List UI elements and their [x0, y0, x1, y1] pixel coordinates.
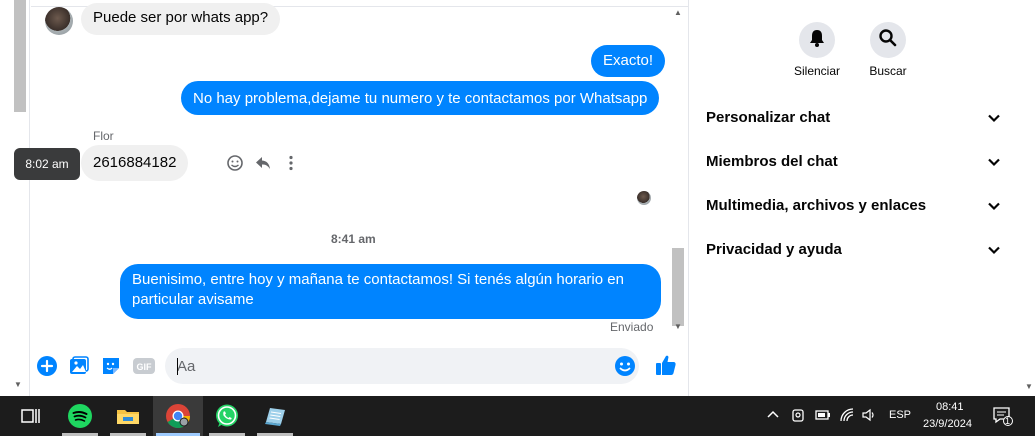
chevron-down-icon	[987, 199, 1001, 213]
more-options-icon[interactable]	[282, 154, 300, 172]
message-outgoing[interactable]: No hay problema,dejame tu numero y te co…	[181, 81, 660, 115]
scroll-down-arrow-icon[interactable]: ▼	[674, 322, 682, 331]
menu-miembros-del-chat[interactable]: Miembros del chat	[706, 153, 1006, 175]
side-scrollbar[interactable]: ▼	[1021, 0, 1035, 396]
clock-time[interactable]: 08:41	[936, 401, 964, 413]
menu-personalizar-chat[interactable]: Personalizar chat	[706, 109, 1006, 131]
message-line: Buenisimo, entre hoy y mañana te contact…	[132, 271, 624, 288]
taskbar: ESP 08:41 23/9/2024 1	[0, 396, 1035, 436]
page-scrollbar-thumb[interactable]	[14, 0, 26, 112]
sender-name: Flor	[93, 129, 114, 143]
sticker-icon[interactable]	[100, 355, 122, 377]
read-receipt-avatar	[637, 191, 651, 205]
bell-icon	[807, 28, 827, 53]
whatsapp-icon[interactable]	[213, 402, 241, 430]
scroll-down-arrow-icon[interactable]: ▼	[1025, 382, 1033, 391]
message-incoming[interactable]: Puede ser por whats app?	[81, 3, 281, 35]
volume-icon[interactable]	[860, 406, 878, 424]
notepad-icon[interactable]	[261, 402, 289, 430]
message-incoming[interactable]: 2616884182	[81, 145, 189, 181]
page-scrollbar[interactable]: ▼	[0, 0, 30, 396]
battery-icon[interactable]	[814, 406, 832, 424]
search-label: Buscar	[869, 64, 907, 78]
scroll-up-arrow-icon[interactable]: ▲	[674, 8, 682, 17]
emoji-icon[interactable]	[614, 355, 636, 377]
chevron-up-icon[interactable]	[764, 406, 782, 424]
notification-center-icon[interactable]	[992, 406, 1014, 426]
chevron-down-icon	[987, 155, 1001, 169]
chevron-down-icon	[987, 111, 1001, 125]
add-circle-icon[interactable]	[36, 355, 58, 377]
message-line: particular avisame	[132, 291, 254, 308]
message-timestamp: 8:41 am	[331, 232, 376, 246]
mute-label: Silenciar	[793, 64, 841, 78]
meet-now-icon[interactable]	[790, 406, 808, 424]
message-input[interactable]	[165, 348, 585, 384]
message-composer: GIF	[31, 343, 688, 389]
search-icon	[878, 28, 898, 53]
time-tooltip: 8:02 am	[14, 148, 80, 180]
chat-panel: Puede ser por whats app? Exacto! No hay …	[31, 0, 688, 396]
chat-scrollbar-thumb[interactable]	[672, 248, 684, 326]
reply-icon[interactable]	[254, 154, 272, 172]
gif-label: GIF	[137, 362, 153, 372]
spotify-icon[interactable]	[66, 402, 94, 430]
file-explorer-icon[interactable]	[114, 402, 142, 430]
message-input-box[interactable]	[165, 348, 639, 384]
react-emoji-icon[interactable]	[226, 154, 244, 172]
message-status: Enviado	[610, 320, 654, 334]
mute-button-circle[interactable]	[799, 22, 835, 58]
contact-avatar[interactable]	[45, 7, 73, 35]
image-gallery-icon[interactable]	[68, 355, 90, 377]
notification-count: 1	[1005, 416, 1011, 426]
menu-item-label: Miembros del chat	[706, 153, 838, 170]
thumbs-up-icon[interactable]	[654, 353, 678, 377]
message-outgoing[interactable]: Buenisimo, entre hoy y mañana te contact…	[120, 264, 661, 319]
menu-multimedia[interactable]: Multimedia, archivos y enlaces	[706, 197, 1006, 219]
language-indicator[interactable]: ESP	[889, 409, 911, 421]
scroll-down-arrow-icon[interactable]: ▼	[14, 380, 22, 389]
chrome-icon[interactable]	[164, 402, 192, 430]
message-actions	[226, 154, 300, 172]
search-button-circle[interactable]	[870, 22, 906, 58]
chat-info-panel: Silenciar Buscar Personalizar chat Miemb…	[688, 0, 1035, 396]
text-caret	[177, 358, 178, 375]
task-view-icon[interactable]	[17, 402, 45, 430]
chat-scrollbar[interactable]: ▲ ▼	[671, 8, 685, 334]
wifi-icon[interactable]	[838, 406, 856, 424]
search-button[interactable]: Buscar	[853, 22, 923, 78]
chevron-down-icon	[987, 243, 1001, 257]
menu-privacidad-y-ayuda[interactable]: Privacidad y ayuda	[706, 241, 1006, 263]
mute-button[interactable]: Silenciar	[782, 22, 852, 78]
clock-date[interactable]: 23/9/2024	[923, 418, 972, 430]
menu-item-label: Personalizar chat	[706, 109, 831, 126]
gif-icon[interactable]: GIF	[132, 355, 156, 377]
menu-item-label: Multimedia, archivos y enlaces	[706, 197, 927, 214]
menu-item-label: Privacidad y ayuda	[706, 241, 842, 258]
message-outgoing[interactable]: Exacto!	[591, 45, 666, 77]
